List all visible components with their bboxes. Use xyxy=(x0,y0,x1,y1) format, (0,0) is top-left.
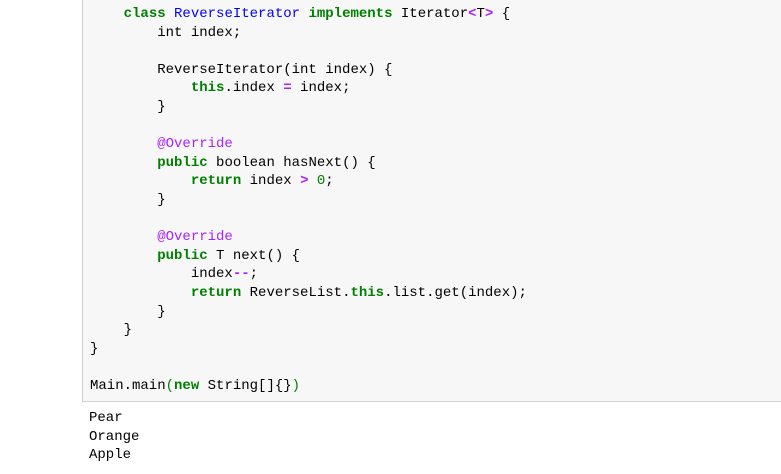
code-token: ReverseIterator(int index) { xyxy=(90,61,393,78)
code-line: return ReverseList.this.list.get(index); xyxy=(90,284,527,303)
code-token: ReverseList. xyxy=(241,284,351,301)
code-token: < xyxy=(468,6,477,22)
code-token: } xyxy=(90,340,99,357)
code-token: } xyxy=(90,322,133,339)
code-line: index--; xyxy=(90,265,527,284)
code-editor[interactable]: class ReverseIterator implements Iterato… xyxy=(90,5,527,395)
code-line: return index > 0; xyxy=(90,172,527,191)
notebook-page: class ReverseIterator implements Iterato… xyxy=(0,0,781,474)
code-token: { xyxy=(493,6,511,22)
code-line: public T next() { xyxy=(90,247,527,266)
code-line: @Override xyxy=(90,135,527,154)
code-token: ; xyxy=(325,173,334,190)
code-token: return xyxy=(190,173,242,190)
code-token: .list.get(index); xyxy=(384,284,527,301)
code-token: int index; xyxy=(90,24,242,41)
code-token: .index xyxy=(224,80,284,97)
code-token: public xyxy=(157,247,208,264)
code-token: index xyxy=(241,173,301,190)
code-token: ; xyxy=(249,266,259,283)
code-token: index xyxy=(90,266,233,283)
code-line: class ReverseIterator implements Iterato… xyxy=(90,5,527,24)
cell-output: Pear Orange Apple xyxy=(89,409,139,465)
code-line: } xyxy=(90,191,527,210)
code-token: class xyxy=(123,6,166,22)
code-token: Iterator xyxy=(392,6,469,22)
code-token: -- xyxy=(232,266,250,283)
code-line: } xyxy=(90,98,527,117)
output-line: Orange xyxy=(89,428,140,445)
code-line: } xyxy=(90,321,527,340)
code-token: } xyxy=(90,303,166,320)
code-token: @Override xyxy=(157,136,233,153)
code-line: Main.main(new String[]{}) xyxy=(90,377,527,396)
output-line: Pear xyxy=(89,410,123,426)
code-token: public xyxy=(157,154,208,171)
code-token: = xyxy=(283,80,292,97)
code-token: } xyxy=(90,191,166,208)
code-token: String[]{} xyxy=(199,377,292,394)
code-token: ReverseIterator xyxy=(174,6,301,22)
code-token: new xyxy=(174,377,200,394)
code-token: this xyxy=(350,284,385,301)
code-token: T xyxy=(476,6,485,22)
code-token: index; xyxy=(291,80,351,97)
code-token: return xyxy=(190,284,242,301)
code-token: implements xyxy=(308,6,393,22)
output-line: Apple xyxy=(89,447,132,464)
code-line: } xyxy=(90,303,527,322)
code-token: } xyxy=(90,98,166,115)
code-line: @Override xyxy=(90,228,527,247)
code-line: } xyxy=(90,340,527,359)
code-token: ( xyxy=(165,377,175,394)
code-token: ) xyxy=(291,377,301,394)
code-token: Main.main xyxy=(90,377,166,394)
code-line: int index; xyxy=(90,24,527,43)
code-token: @Override xyxy=(157,229,233,246)
code-token: boolean hasNext() { xyxy=(207,154,376,171)
code-line: this.index = index; xyxy=(90,79,527,98)
code-line: ReverseIterator(int index) { xyxy=(90,61,527,80)
code-token: T next() { xyxy=(207,247,301,264)
code-line: public boolean hasNext() { xyxy=(90,154,527,173)
code-token: this xyxy=(190,80,225,97)
